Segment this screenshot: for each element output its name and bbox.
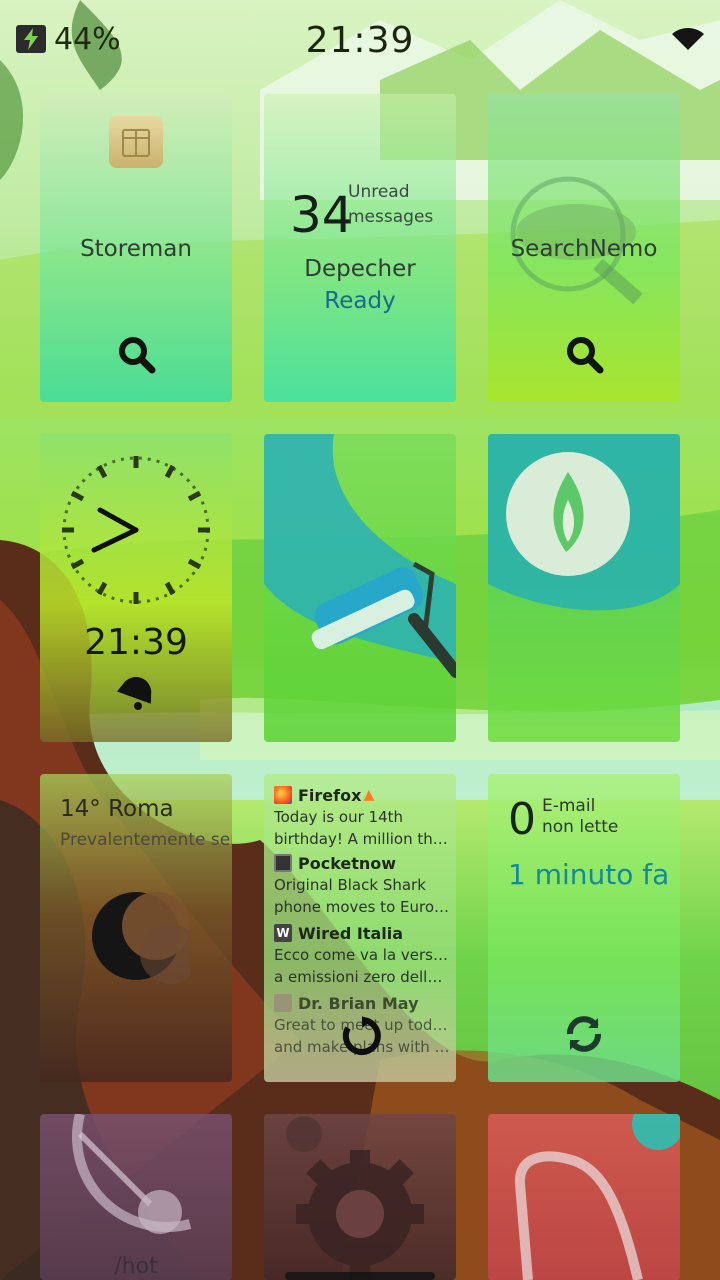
hot-tile[interactable]: /hot [40,1114,232,1280]
mail-label-line1: E-mail [542,796,596,816]
searchnemo-tile[interactable]: SearchNemo [488,94,680,402]
storeman-app-icon [109,116,163,168]
feed-text: Ecco come va la versione [274,946,450,964]
home-indicator[interactable] [285,1272,435,1280]
depecher-tile[interactable]: 34 Unread messages Depecher Ready [264,94,456,402]
unread-label: Unread messages [348,180,433,230]
fire-emoji-icon: ▲ [363,787,375,803]
wifi-icon [672,28,704,50]
status-bar: 44% 21:39 [0,0,720,80]
firefox-icon [274,786,292,804]
wired-icon: W [274,924,292,942]
depecher-status: Ready [324,288,396,314]
app-tile-red[interactable] [488,1114,680,1280]
mail-tile[interactable]: 0 E-mail non lette 1 minuto fa [488,774,680,1082]
unread-count: 34 [290,186,354,244]
feed-item[interactable]: W Wired Italia Ecco come va la versione … [274,922,450,988]
moon-icon [92,892,190,984]
feed-source: Firefox [298,785,362,805]
avatar-icon [274,994,292,1012]
paint-roller-icon [264,434,456,678]
weather-description: Prevalentemente sereno [60,830,232,850]
feed-item[interactable]: Pocketnow Original Black Shark phone mov… [274,852,450,918]
news-feed-tile[interactable]: Firefox ▲ Today is our 14th birthday! A … [264,774,456,1082]
searchnemo-label: SearchNemo [510,236,658,262]
pocketnow-icon [274,854,292,872]
settings-tile[interactable] [264,1114,456,1280]
refresh-icon[interactable] [342,1016,382,1056]
weather-city: 14° Roma [60,796,174,822]
unread-label-line2: messages [348,207,434,227]
unread-mail-label: E-mail non lette [542,796,618,838]
clock-time: 21:39 [84,622,188,663]
theme-tile[interactable] [264,434,456,742]
hot-label: /hot [114,1254,158,1279]
search-icon[interactable] [566,336,604,374]
mail-label-line2: non lette [542,817,619,837]
clock-tile[interactable]: 21:39 [40,434,232,742]
flame-app-icon [488,434,680,611]
sync-icon[interactable] [564,1014,604,1054]
feed-text: Today is our 14th [274,808,403,826]
unread-label-line1: Unread [348,182,410,202]
weather-tile[interactable]: 14° Roma Prevalentemente sereno [40,774,232,1082]
feed-text: Original Black Shark [274,876,426,894]
status-clock: 21:39 [305,20,415,61]
magnet-icon [515,1114,680,1280]
unread-mail-count: 0 [508,794,536,845]
feed-text: phone moves to Europ… [274,898,450,916]
feed-text: a emissioni zero dell… [274,968,443,986]
analog-clock [62,456,210,604]
storeman-label: Storeman [80,236,192,262]
alarm-bell-icon[interactable] [116,672,156,712]
depecher-label: Depecher [304,256,416,282]
storeman-tile[interactable]: Storeman [40,94,232,402]
feed-text: birthday! A million than… [274,830,450,848]
feed-source: Pocketnow [298,853,397,873]
app-tile[interactable] [488,434,680,742]
feed-source: Dr. Brian May [298,993,419,1013]
mail-last-updated: 1 minuto fa [508,858,670,891]
feed-source: Wired Italia [298,923,404,943]
gear-icon [286,1116,424,1278]
feed-item[interactable]: Firefox ▲ Today is our 14th birthday! A … [274,784,450,850]
search-icon[interactable] [118,336,156,374]
